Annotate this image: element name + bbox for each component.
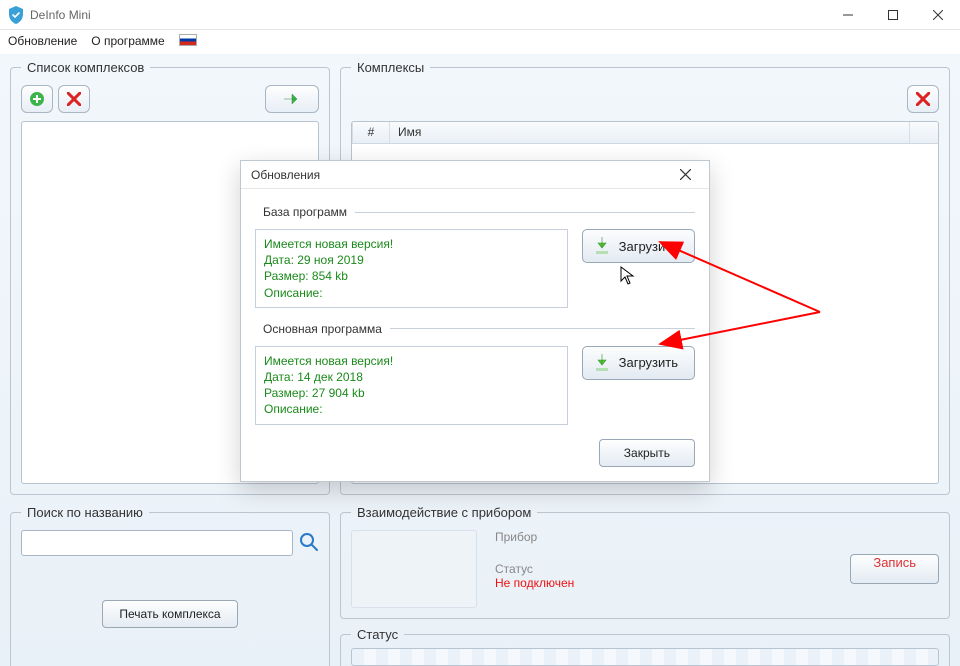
menu-update[interactable]: Обновление bbox=[8, 34, 77, 48]
mouse-cursor-icon bbox=[620, 266, 636, 286]
search-title: Поиск по названию bbox=[21, 505, 149, 520]
dialog-title: Обновления bbox=[251, 168, 320, 182]
app-title: DeInfo Mini bbox=[30, 8, 91, 22]
titlebar: DeInfo Mini bbox=[0, 0, 960, 30]
table-header: # Имя bbox=[352, 122, 938, 144]
device-label: Прибор bbox=[495, 530, 574, 544]
app-line1: Имеется новая версия! bbox=[264, 353, 559, 369]
search-button[interactable] bbox=[299, 532, 319, 555]
progress-bar bbox=[351, 648, 939, 666]
column-name[interactable]: Имя bbox=[390, 122, 910, 143]
device-interaction-title: Взаимодействие с прибором bbox=[351, 505, 537, 520]
search-input[interactable] bbox=[21, 530, 293, 556]
db-line3: Размер: 854 kb bbox=[264, 268, 559, 284]
download-icon bbox=[593, 236, 611, 256]
status-group: Статус bbox=[340, 627, 950, 666]
search-icon bbox=[299, 532, 319, 552]
app-update-section: Основная программа Имеется новая версия!… bbox=[255, 322, 695, 425]
app-update-info: Имеется новая версия! Дата: 14 дек 2018 … bbox=[255, 346, 568, 425]
client-area: Список комплексов К bbox=[0, 54, 960, 666]
app-line4: Описание: bbox=[264, 401, 559, 417]
close-icon bbox=[933, 10, 943, 20]
app-section-title: Основная программа bbox=[255, 322, 390, 336]
download-app-label: Загрузить bbox=[619, 355, 678, 370]
download-app-button[interactable]: Загрузить bbox=[582, 346, 695, 380]
db-section-title: База программ bbox=[255, 205, 355, 219]
minimize-icon bbox=[843, 10, 853, 20]
db-line4: Описание: bbox=[264, 285, 559, 301]
download-db-button[interactable]: Загрузить bbox=[582, 229, 695, 263]
status-label: Статус bbox=[495, 562, 574, 576]
download-db-label: Загрузить bbox=[619, 239, 678, 254]
add-complex-button[interactable] bbox=[21, 85, 53, 113]
maximize-icon bbox=[888, 10, 898, 20]
delete-x-icon bbox=[916, 92, 930, 106]
device-image-placeholder bbox=[351, 530, 477, 608]
menubar: Обновление О программе bbox=[0, 30, 960, 54]
app-shield-icon bbox=[8, 6, 24, 24]
language-flag-ru-icon[interactable] bbox=[179, 34, 197, 46]
record-button[interactable]: Запись bbox=[850, 554, 939, 584]
delete-row-button[interactable] bbox=[907, 85, 939, 113]
db-update-section: База программ Имеется новая версия! Дата… bbox=[255, 205, 695, 308]
arrow-right-icon bbox=[283, 92, 301, 106]
menu-about[interactable]: О программе bbox=[91, 34, 164, 48]
status-value: Не подключен bbox=[495, 576, 574, 590]
close-icon bbox=[680, 169, 691, 180]
move-right-button[interactable] bbox=[265, 85, 319, 113]
updates-dialog: Обновления База программ Имеется новая в… bbox=[240, 160, 710, 482]
window-maximize-button[interactable] bbox=[870, 0, 915, 30]
app-line3: Размер: 27 904 kb bbox=[264, 385, 559, 401]
window-minimize-button[interactable] bbox=[825, 0, 870, 30]
status-title: Статус bbox=[351, 627, 404, 642]
print-complex-button[interactable]: Печать комплекса bbox=[102, 600, 237, 628]
plus-circle-icon bbox=[29, 91, 45, 107]
complexes-title: Комплексы bbox=[351, 60, 430, 75]
window-close-button[interactable] bbox=[915, 0, 960, 30]
column-extra[interactable] bbox=[910, 122, 938, 143]
dialog-close-button[interactable] bbox=[671, 161, 699, 189]
db-update-info: Имеется новая версия! Дата: 29 ноя 2019 … bbox=[255, 229, 568, 308]
db-line1: Имеется новая версия! bbox=[264, 236, 559, 252]
column-number[interactable]: # bbox=[352, 122, 390, 143]
delete-complex-button[interactable] bbox=[58, 85, 90, 113]
db-line2: Дата: 29 ноя 2019 bbox=[264, 252, 559, 268]
app-line2: Дата: 14 дек 2018 bbox=[264, 369, 559, 385]
complex-list-title: Список комплексов bbox=[21, 60, 150, 75]
download-icon bbox=[593, 353, 611, 373]
dialog-close-action-button[interactable]: Закрыть bbox=[599, 439, 695, 467]
device-interaction-group: Взаимодействие с прибором Прибор Статус … bbox=[340, 505, 950, 619]
search-group: Поиск по названию Печать комплекса bbox=[10, 505, 330, 666]
delete-x-icon bbox=[67, 92, 81, 106]
